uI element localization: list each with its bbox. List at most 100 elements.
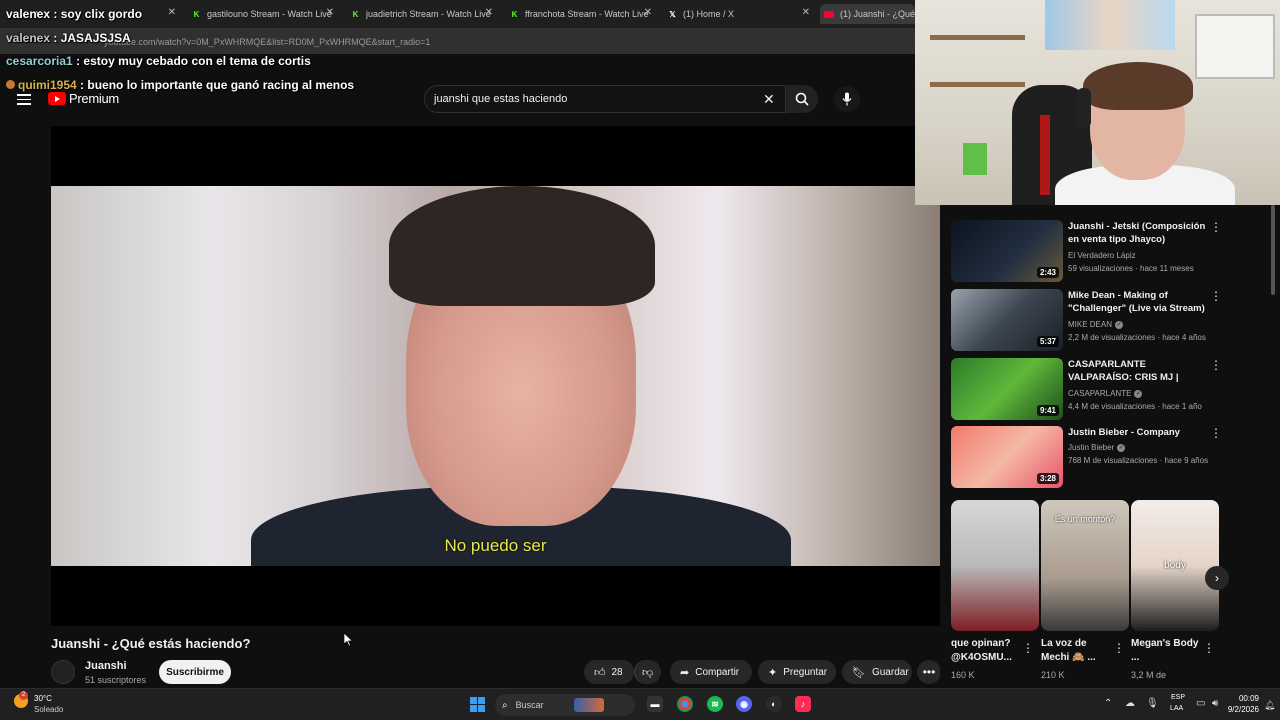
youtube-icon [824, 10, 834, 18]
taskbar-clock[interactable]: 00:09 [1221, 694, 1259, 703]
recommendation-meta: 768 M de visualizaciones · hace 9 años [1068, 456, 1209, 465]
duration-badge: 9:41 [1036, 405, 1059, 416]
short-title[interactable]: que opinan? @K4OSMU... [951, 637, 1026, 665]
tab-label: (1) Juanshi - ¿Qué es [840, 9, 915, 19]
close-icon[interactable]: ✕ [485, 7, 493, 18]
share-button[interactable]: ➦ Compartir [670, 660, 752, 684]
search-highlight-icon [573, 698, 604, 712]
video-person-hair [389, 186, 655, 306]
recommendation-channel: MIKE DEAN ✓ [1068, 320, 1124, 329]
webcam-overlay [915, 0, 1280, 205]
video-thumbnail: 9:41 [951, 358, 1063, 420]
verified-icon: ✓ [1134, 389, 1143, 398]
more-vertical-icon[interactable]: ⋮ [1210, 289, 1222, 303]
short-thumbnail[interactable]: body [1131, 500, 1219, 631]
close-icon[interactable]: ✕ [168, 7, 176, 18]
network-icon[interactable]: ▭ [1196, 698, 1205, 709]
url-text[interactable]: youtube.com/watch?v=0M_PxWHRMQE&list=RD0… [104, 37, 430, 47]
short-views: 3,2 M de [1131, 670, 1167, 680]
chevron-right-icon[interactable]: › [1205, 566, 1229, 590]
tab-youtube-active[interactable]: (1) Juanshi - ¿Qué es [820, 4, 915, 24]
discord-icon[interactable]: ◉ [736, 696, 752, 712]
taskbar-date[interactable]: 9/2/2026 [1221, 705, 1259, 714]
short-views: 210 K [1041, 670, 1065, 680]
subscribe-button[interactable]: Suscribirme [159, 660, 231, 684]
chrome-icon[interactable] [677, 696, 693, 712]
spotify-icon[interactable]: ≋ [707, 696, 723, 712]
hamburger-menu-icon[interactable] [17, 94, 31, 105]
chat-message: quimi1954 : bueno lo importante que ganó… [6, 78, 354, 92]
video-thumbnail: 3:28 [951, 426, 1063, 488]
voice-search-button[interactable] [834, 86, 860, 112]
microphone-icon [842, 92, 852, 106]
channel-avatar[interactable] [51, 660, 75, 684]
chat-user: cesarcoria1 [6, 54, 73, 68]
recommendation-item[interactable]: 5:37 Mike Dean - Making of "Challenger" … [951, 289, 1231, 351]
channel-name: Justin Bieber [1068, 443, 1115, 452]
chat-text: soy clix gordo [60, 7, 143, 21]
input-language[interactable]: ESP [1171, 694, 1185, 701]
dislike-button[interactable]: 👎︎ [634, 660, 661, 684]
windows-taskbar [0, 688, 1280, 720]
kick-icon: K [511, 9, 518, 19]
ask-button[interactable]: ✦ Preguntar [758, 660, 836, 684]
short-title[interactable]: La voz de Mechi 🙈 ... [1041, 637, 1116, 665]
tab-ffranchota[interactable]: K ffranchota Stream - Watch Live ✕ [506, 4, 652, 24]
recommendation-item[interactable]: 9:41 CASAPARLANTE VALPARAÍSO: CRIS MJ | … [951, 358, 1231, 420]
tab-gastilouno[interactable]: K gastilouno Stream - Watch Live ✕ [188, 4, 334, 24]
more-vertical-icon[interactable]: ⋮ [1203, 641, 1215, 655]
more-vertical-icon[interactable]: ⋮ [1210, 358, 1222, 372]
more-vertical-icon[interactable]: ⋮ [1113, 641, 1125, 655]
screen: K ✕ K gastilouno Stream - Watch Live ✕ K… [0, 0, 1280, 720]
video-title: Juanshi - ¿Qué estás haciendo? [51, 636, 251, 651]
more-actions-button[interactable]: ••• [917, 660, 941, 684]
file-explorer-icon[interactable]: ▬ [647, 696, 663, 712]
logo-text: Premium [69, 91, 119, 106]
youtube-play-icon [48, 92, 66, 105]
close-icon[interactable]: ✕ [644, 7, 652, 18]
tray-chevron-up-icon[interactable]: ⌃ [1104, 698, 1112, 709]
tab-label: juadietrich Stream - Watch Live [366, 9, 491, 19]
youtube-premium-logo[interactable]: Premium [48, 91, 119, 106]
channel-name[interactable]: Juanshi [85, 660, 127, 672]
save-button[interactable]: 🔖︎ Guardar [842, 660, 912, 684]
like-button[interactable]: 👍︎ 28 [584, 660, 634, 684]
short-views: 160 K [951, 670, 975, 680]
tiktok-icon[interactable]: ♪ [795, 696, 811, 712]
tab-juadietrich[interactable]: K juadietrich Stream - Watch Live ✕ [347, 4, 493, 24]
short-thumbnail[interactable] [951, 500, 1039, 631]
more-vertical-icon[interactable]: ⋮ [1210, 426, 1222, 440]
more-vertical-icon[interactable]: ⋮ [1022, 641, 1034, 655]
thumbs-down-icon: 👎︎ [642, 666, 654, 679]
recommendation-item[interactable]: 2:43 Juanshi - Jetski (Composición en ve… [951, 220, 1231, 282]
verified-icon: ✓ [1115, 320, 1124, 329]
kick-icon: K [352, 9, 359, 19]
input-layout[interactable]: LAA [1170, 705, 1183, 712]
search-input[interactable]: juanshi que estas haciendo [434, 93, 567, 105]
windows-start-icon[interactable] [470, 697, 485, 712]
recommendation-item[interactable]: 3:28 Justin Bieber - Company Justin Bieb… [951, 426, 1231, 488]
notification-bell-icon[interactable]: 🔔︎ [1264, 700, 1275, 711]
close-icon[interactable]: ✕ [326, 7, 334, 18]
volume-icon[interactable]: 🔊︎ [1212, 698, 1218, 709]
weather-condition[interactable]: Soleado [34, 705, 63, 714]
recommendation-title: Justin Bieber - Company [1068, 427, 1180, 438]
sidebar-scrollbar[interactable] [1271, 205, 1275, 295]
microphone-icon[interactable]: 🎙︎ [1146, 698, 1159, 709]
close-icon[interactable]: ✕ [802, 7, 810, 18]
clear-search-icon[interactable]: ✕ [763, 91, 775, 108]
obs-icon[interactable]: ◐ [766, 696, 782, 712]
more-vertical-icon[interactable]: ⋮ [1210, 220, 1222, 234]
tab-label: gastilouno Stream - Watch Live [207, 9, 332, 19]
weather-temperature[interactable]: 30°C [34, 694, 52, 703]
onedrive-icon[interactable]: ☁ [1125, 698, 1135, 709]
wall-poster [1045, 0, 1175, 50]
taskbar-search[interactable]: ⌕ Buscar [495, 694, 635, 716]
video-frame[interactable] [51, 186, 940, 566]
duration-badge: 2:43 [1036, 267, 1059, 278]
short-thumbnail[interactable]: Es un montón? [1041, 500, 1129, 631]
short-title[interactable]: Megan's Body ... [1131, 637, 1206, 665]
like-count: 28 [611, 666, 623, 678]
tab-x-home[interactable]: 𝕏 (1) Home / X ✕ [664, 4, 810, 24]
search-button[interactable] [786, 85, 818, 113]
